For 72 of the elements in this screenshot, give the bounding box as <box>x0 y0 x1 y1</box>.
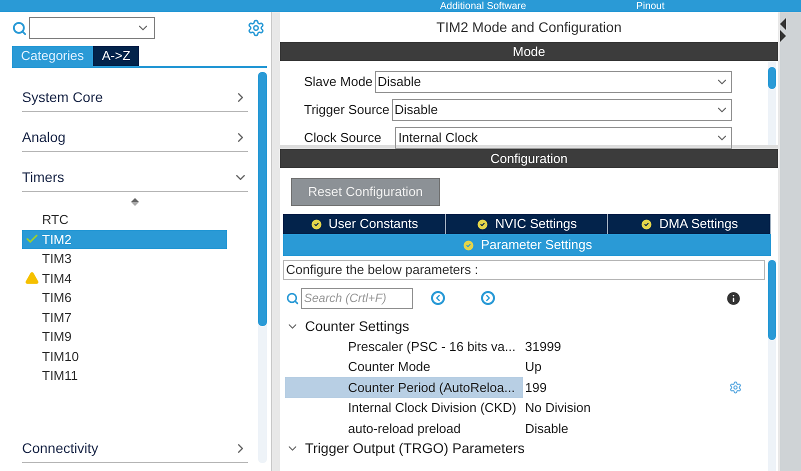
section-header: Configuration <box>280 149 778 168</box>
search-icon <box>286 292 299 304</box>
scrollbar[interactable] <box>768 260 776 471</box>
parameter-value: Up <box>525 358 542 376</box>
field-label: Clock Source <box>304 129 382 148</box>
timer-label: TIM6 <box>42 289 72 307</box>
parameter-name[interactable]: Prescaler (PSC - 16 bits va... <box>285 336 523 356</box>
timer-label: RTC <box>42 211 68 229</box>
parameter-name[interactable]: Counter Mode <box>285 356 523 377</box>
category-label: Analog <box>22 128 66 147</box>
sort-icon[interactable] <box>131 198 139 206</box>
parameter-value: No Division <box>525 399 591 417</box>
check-circle-icon <box>310 218 323 230</box>
settings-icon[interactable] <box>247 19 265 37</box>
timer-item[interactable]: TIM11 <box>22 366 227 386</box>
category-header[interactable]: System Core <box>22 72 248 112</box>
parameter-name[interactable]: Counter Period (AutoReloa... <box>285 377 523 398</box>
category-header[interactable]: Timers <box>22 152 248 192</box>
search-icon <box>12 20 27 36</box>
category-label: Timers <box>22 168 64 187</box>
settings-tab[interactable]: DMA Settings <box>608 214 772 234</box>
scrollbar[interactable] <box>258 72 267 463</box>
parameter-value: Disable <box>525 420 568 438</box>
timer-item[interactable]: TIM6 <box>22 288 227 308</box>
category-header[interactable]: Analog <box>22 112 248 152</box>
timer-item[interactable]: TIM3 <box>22 249 227 268</box>
field-label: Trigger Source <box>304 101 390 120</box>
timer-label: TIM9 <box>42 328 72 346</box>
group-label: Counter Settings <box>305 316 410 336</box>
timer-label: TIM4 <box>42 270 72 288</box>
group-header[interactable]: Trigger Output (TRGO) Parameters <box>280 438 768 458</box>
timer-label: TIM10 <box>42 348 79 366</box>
panel-title: TIM2 Mode and Configuration <box>435 18 623 37</box>
collapse-icon[interactable] <box>780 18 786 30</box>
check-circle-icon <box>476 218 490 230</box>
scrollbar[interactable] <box>768 61 776 145</box>
parameter-name[interactable]: auto-reload preload <box>285 418 523 438</box>
info-icon[interactable] <box>725 290 742 306</box>
parameter-value: 199 <box>525 378 547 396</box>
hint-text: Configure the below parameters : <box>283 260 765 280</box>
select-field[interactable]: Disable <box>392 99 732 121</box>
check-circle-icon <box>462 238 475 252</box>
previous-icon[interactable] <box>431 291 445 305</box>
settings-tab[interactable]: NVIC Settings <box>446 214 608 234</box>
category-label: System Core <box>22 88 103 107</box>
field-label: Slave Mode <box>304 73 373 92</box>
check-circle-icon <box>640 218 654 230</box>
group-header[interactable]: Counter Settings <box>280 316 768 336</box>
select-field[interactable]: Internal Clock <box>395 127 732 149</box>
category-tab[interactable]: A->Z <box>92 46 140 66</box>
timer-label: TIM3 <box>42 250 72 268</box>
parameter-name[interactable]: Internal Clock Division (CKD) <box>285 398 523 418</box>
category-header[interactable]: Connectivity <box>22 423 248 463</box>
select-field[interactable]: Disable <box>374 71 732 93</box>
timer-item[interactable]: TIM7 <box>22 308 227 327</box>
timer-label: TIM7 <box>42 308 72 326</box>
settings-icon[interactable] <box>729 380 742 394</box>
next-icon[interactable] <box>481 291 495 305</box>
parameter-value: 31999 <box>525 338 562 356</box>
category-label: Connectivity <box>22 439 98 458</box>
timer-item[interactable]: TIM4 <box>22 268 227 288</box>
timer-item[interactable]: RTC <box>22 210 227 230</box>
timer-item[interactable]: TIM9 <box>22 327 227 346</box>
timer-label: TIM2 <box>42 230 72 248</box>
settings-tab[interactable]: User Constants <box>283 214 446 234</box>
expand-icon[interactable] <box>780 30 786 42</box>
timer-item[interactable]: TIM10 <box>22 346 227 366</box>
search-field[interactable]: Search (Crtl+F) <box>301 288 413 308</box>
search-field[interactable] <box>29 17 155 39</box>
timer-label: TIM11 <box>42 367 78 385</box>
group-label: Trigger Output (TRGO) Parameters <box>305 439 525 458</box>
section-header: Mode <box>280 42 778 61</box>
